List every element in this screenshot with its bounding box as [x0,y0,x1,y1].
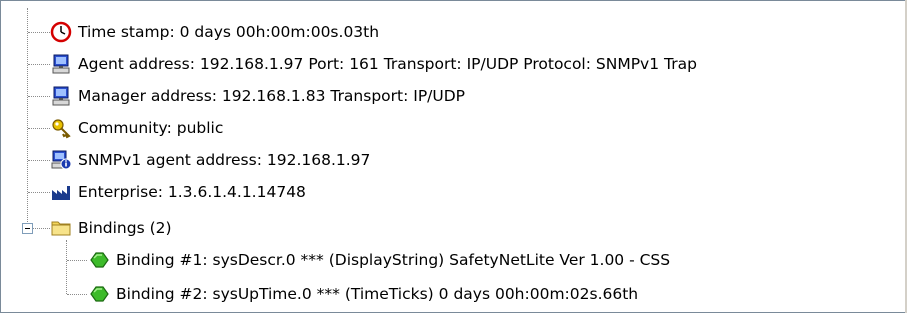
tree-line [33,228,50,229]
tree-line [28,32,50,33]
tree-line [28,96,50,97]
tree-item-snmpv1-agent-address[interactable]: SNMPv1 agent address: 192.168.1.97 [50,145,370,175]
tree-line [28,160,50,161]
computer-icon [50,53,72,75]
tree-item-bindings[interactable]: Bindings (2) [50,213,172,243]
tree-item-time-stamp[interactable]: Time stamp: 0 days 00h:00m:00s.03th [50,17,379,47]
tree-item-community[interactable]: Community: public [50,113,223,143]
binding-icon [88,249,110,271]
computer-icon [50,85,72,107]
tree-item-binding-1[interactable]: Binding #1: sysDescr.0 *** (DisplayStrin… [88,245,670,275]
tree-item-label: Binding #2: sysUpTime.0 *** (TimeTicks) … [116,285,639,303]
tree-item-label: Time stamp: 0 days 00h:00m:00s.03th [78,23,380,41]
tree-line [67,260,87,261]
tree-item-label: Bindings (2) [78,219,172,237]
bindings-collapse-toggle[interactable] [22,223,33,234]
tree-item-binding-2[interactable]: Binding #2: sysUpTime.0 *** (TimeTicks) … [88,279,638,309]
tree-item-label: Agent address: 192.168.1.97 Port: 161 Tr… [78,55,697,73]
tree-line [28,192,50,193]
tree-item-label: Enterprise: 1.3.6.1.4.1.14748 [78,183,306,201]
tree-item-manager-address[interactable]: Manager address: 192.168.1.83 Transport:… [50,81,465,111]
clock-icon [50,21,72,43]
tree-line [28,64,50,65]
tree-line-bindings [66,240,67,294]
tree-line [28,128,50,129]
key-icon [50,117,72,139]
folder-icon [50,217,72,239]
tree-item-label: Manager address: 192.168.1.83 Transport:… [78,87,466,105]
tree-line-root [27,8,28,222]
tree-item-label: Community: public [78,119,224,137]
tree-item-label: SNMPv1 agent address: 192.168.1.97 [78,151,371,169]
tree-line [67,294,87,295]
enterprise-icon [50,181,72,203]
tree-item-label: Binding #1: sysDescr.0 *** (DisplayStrin… [116,251,671,269]
tree-item-enterprise[interactable]: Enterprise: 1.3.6.1.4.1.14748 [50,177,306,207]
binding-icon [88,283,110,305]
agent-info-icon [50,149,72,171]
tree-item-agent-address[interactable]: Agent address: 192.168.1.97 Port: 161 Tr… [50,49,697,79]
trap-tree-view[interactable]: Time stamp: 0 days 00h:00m:00s.03th Agen… [0,0,907,313]
